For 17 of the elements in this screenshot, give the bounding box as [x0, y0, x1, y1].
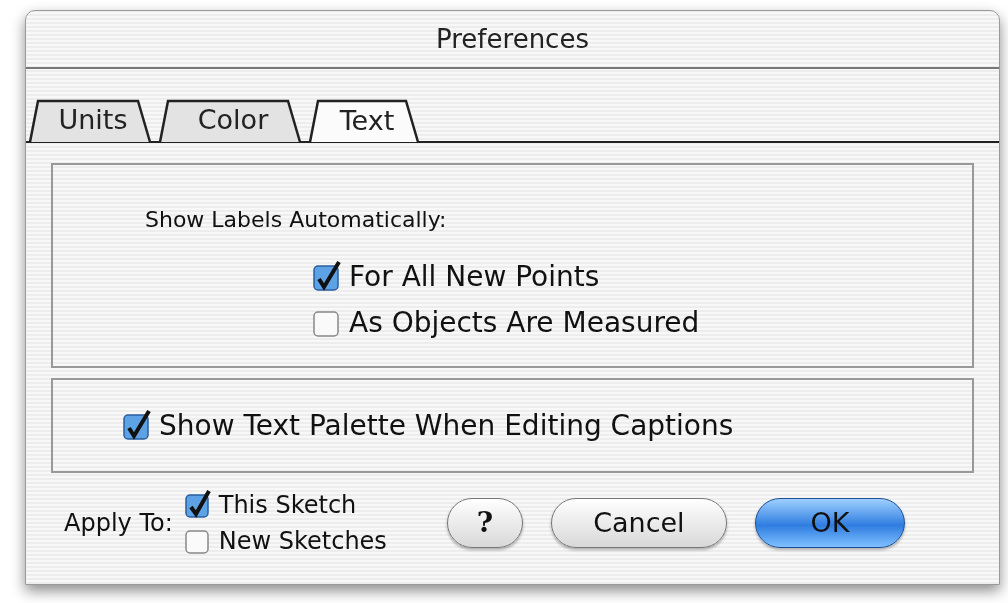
group-heading: Show Labels Automatically: — [145, 206, 447, 234]
tab[interactable]: Color — [158, 99, 308, 141]
apply-to-label: Apply To: — [64, 508, 173, 539]
checkbox-label: This Sketch — [218, 490, 357, 521]
checkbox-label: New Sketches — [218, 526, 387, 557]
checkbox-label: For All New Points — [349, 259, 600, 295]
tab[interactable]: Text — [308, 99, 426, 143]
tab[interactable]: Units — [28, 99, 158, 141]
checkbox[interactable] — [184, 490, 211, 520]
help-button[interactable]: ? — [446, 498, 523, 548]
checkbox[interactable] — [313, 261, 341, 293]
cancel-button[interactable]: Cancel — [550, 498, 727, 548]
window-title: Preferences — [436, 22, 589, 56]
checkbox-label: Show Text Palette When Editing Captions — [159, 407, 734, 444]
ok-button[interactable]: OK — [754, 498, 905, 548]
checkbox-label: As Objects Are Measured — [349, 305, 700, 341]
checkbox[interactable] — [123, 409, 151, 442]
